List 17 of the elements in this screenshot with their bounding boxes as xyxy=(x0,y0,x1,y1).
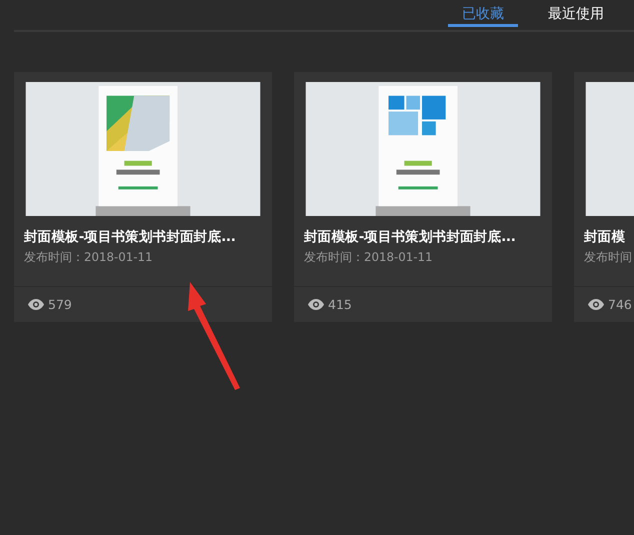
eye-icon xyxy=(588,299,604,310)
eye-icon xyxy=(28,299,44,310)
publish-date: 发布时间：2018-01-11 xyxy=(304,250,433,266)
view-count: 579 xyxy=(48,297,72,312)
eye-icon xyxy=(308,299,324,310)
card[interactable]: 封面模 发布时间 746 xyxy=(574,72,634,322)
view-count: 746 xyxy=(608,297,632,312)
publish-date: 发布时间：2018-01-11 xyxy=(24,250,153,266)
card-title: 封面模板-项目书策划书封面封底... xyxy=(304,228,516,246)
publish-date: 发布时间 xyxy=(584,250,632,266)
card-title: 封面模板-项目书策划书封面封底... xyxy=(24,228,236,246)
tab[interactable]: 已收藏 xyxy=(448,0,518,27)
view-count: 415 xyxy=(328,297,352,312)
card-title: 封面模 xyxy=(584,228,626,246)
tab[interactable]: 最近使用 xyxy=(534,0,618,27)
card[interactable]: 封面模板-项目书策划书封面封底... 发布时间：2018-01-11 415 xyxy=(294,72,552,322)
card[interactable]: 封面模板-项目书策划书封面封底... 发布时间：2018-01-11 579 xyxy=(14,72,272,322)
